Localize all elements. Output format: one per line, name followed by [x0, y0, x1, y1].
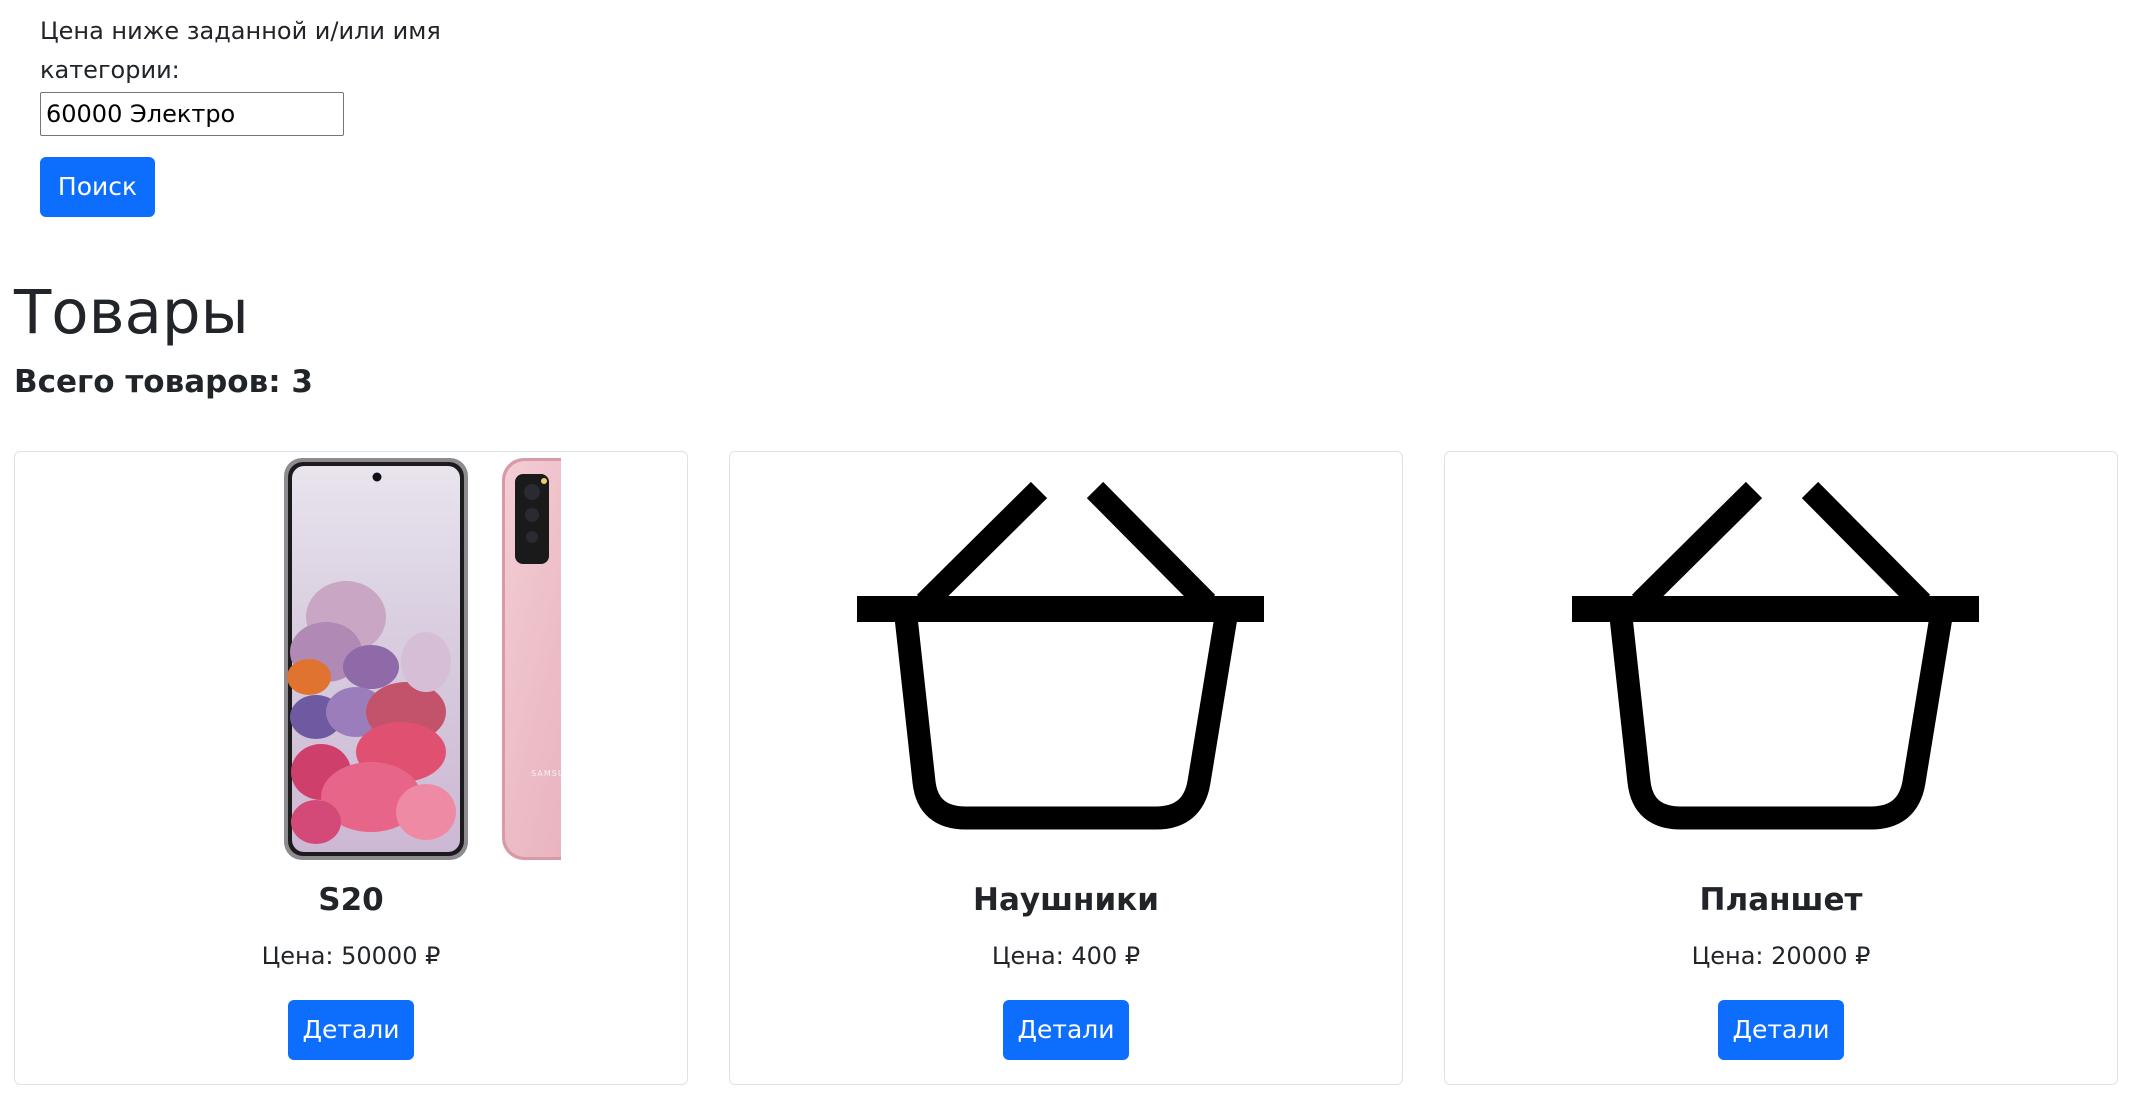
details-button[interactable]: Детали [1003, 1000, 1129, 1060]
product-price: Цена: 20000 ₽ [1691, 942, 1871, 970]
phone-image: SAMSUNG [284, 458, 561, 860]
search-label: Цена ниже заданной и/или имя категории: [40, 17, 441, 84]
product-name: Наушники [973, 882, 1159, 918]
details-button[interactable]: Детали [288, 1000, 414, 1060]
page-title: Товары [14, 277, 249, 348]
product-card: Планшет Цена: 20000 ₽ Детали [1444, 451, 2118, 1085]
product-price: Цена: 50000 ₽ [261, 942, 441, 970]
details-button[interactable]: Детали [1718, 1000, 1844, 1060]
search-input[interactable] [40, 92, 344, 136]
search-button[interactable]: Поиск [40, 157, 155, 217]
basket-icon [857, 481, 1264, 830]
product-card: Наушники Цена: 400 ₽ Детали [729, 451, 1403, 1085]
product-name: S20 [318, 882, 384, 918]
brand-text: SAMSUNG [531, 769, 561, 778]
product-name: Планшет [1699, 882, 1863, 918]
search-form: Цена ниже заданной и/или имя категории: [40, 12, 460, 136]
total-count: Всего товаров: 3 [14, 364, 313, 400]
basket-icon [1572, 481, 1979, 830]
product-card: SAMSUNG S20 Цена: 50000 ₽ Детали [14, 451, 688, 1085]
product-price: Цена: 400 ₽ [991, 942, 1141, 970]
